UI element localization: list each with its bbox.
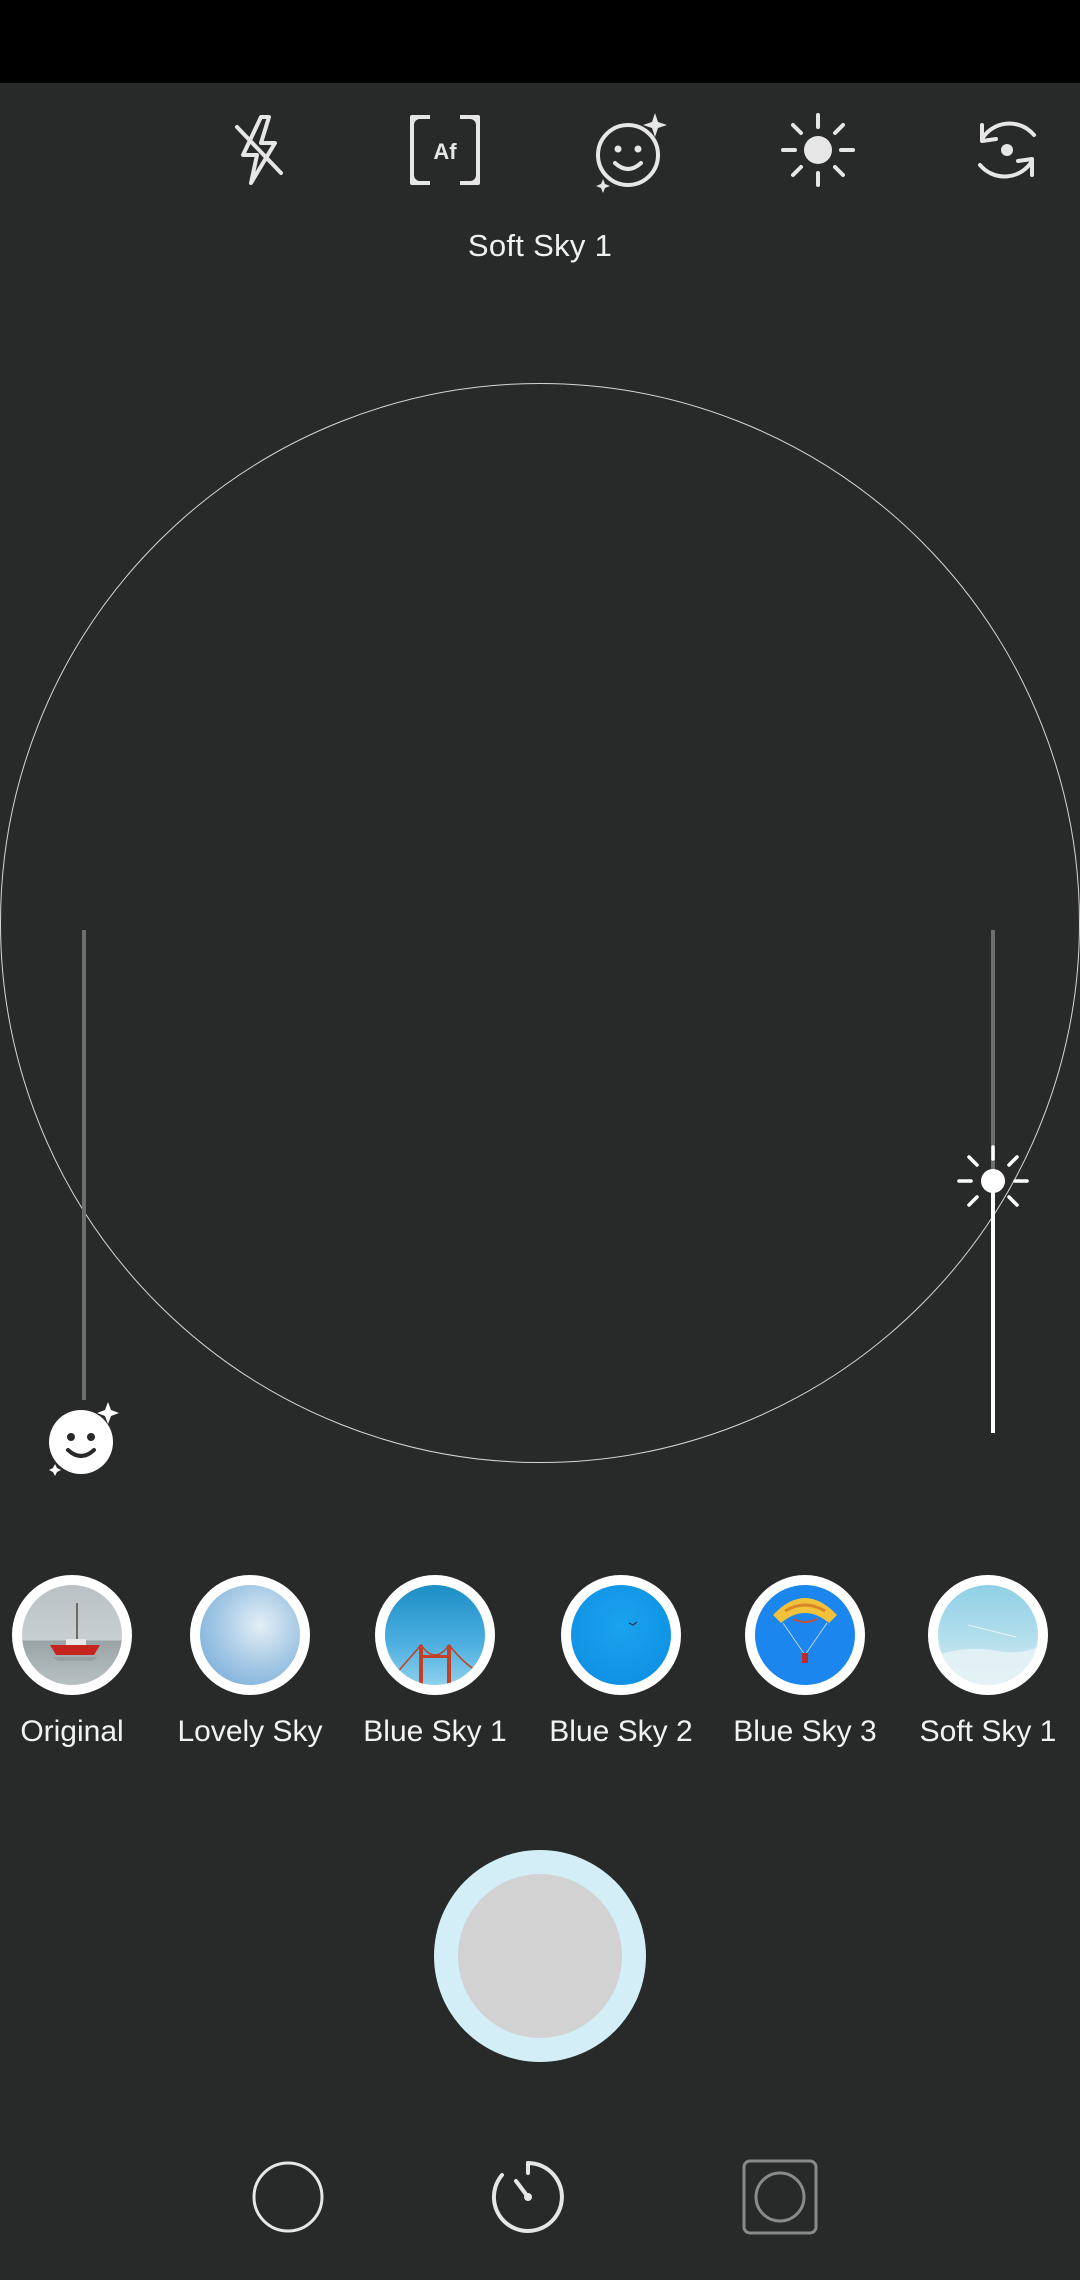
filter-thumbnail bbox=[375, 1575, 495, 1695]
top-toolbar: Af bbox=[0, 105, 1080, 210]
bird-image bbox=[628, 1621, 638, 1626]
beauty-slider-thumb[interactable] bbox=[45, 1400, 123, 1478]
photo-mode-icon[interactable] bbox=[248, 2157, 328, 2237]
flash-off-icon[interactable] bbox=[213, 105, 303, 195]
current-filter-label: Soft Sky 1 bbox=[467, 228, 613, 263]
filter-soft-sky-1[interactable]: Soft Sky 1 bbox=[898, 1575, 1078, 1765]
autofocus-icon[interactable]: Af bbox=[400, 105, 490, 195]
filter-label: Soft Sky 1 bbox=[919, 1715, 1057, 1748]
beauty-face-icon bbox=[49, 1402, 119, 1476]
filter-thumbnail bbox=[190, 1575, 310, 1695]
filter-carousel: Original Lovely Sky Blue Sky 1 Blue Sky … bbox=[0, 1575, 1080, 1765]
exposure-slider-thumb[interactable] bbox=[955, 1143, 1031, 1219]
boat-image bbox=[50, 1603, 100, 1661]
bridge-image bbox=[394, 1643, 481, 1685]
filter-thumbnail bbox=[561, 1575, 681, 1695]
filter-blue-sky-2[interactable]: Blue Sky 2 bbox=[531, 1575, 711, 1765]
parasail-image bbox=[773, 1598, 837, 1663]
timer-icon[interactable] bbox=[488, 2157, 568, 2237]
beauty-face-icon[interactable] bbox=[585, 105, 675, 195]
filter-label: Blue Sky 1 bbox=[363, 1715, 507, 1748]
shutter-button[interactable] bbox=[434, 1850, 646, 2062]
af-label: Af bbox=[433, 139, 457, 164]
filter-blue-sky-3[interactable]: Blue Sky 3 bbox=[715, 1575, 895, 1765]
shutter-button-core bbox=[458, 1874, 622, 2038]
filter-original[interactable]: Original bbox=[0, 1575, 162, 1765]
viewfinder-circle[interactable] bbox=[0, 383, 1080, 1463]
filter-thumbnail bbox=[12, 1575, 132, 1695]
filter-lovely-sky[interactable]: Lovely Sky bbox=[160, 1575, 340, 1765]
exposure-slider-fill bbox=[991, 1185, 995, 1433]
filter-label: Blue Sky 3 bbox=[733, 1715, 877, 1748]
filter-label: Blue Sky 2 bbox=[549, 1715, 693, 1748]
status-bar bbox=[0, 0, 1080, 83]
beauty-slider-track[interactable] bbox=[82, 930, 86, 1400]
misty-sky-image bbox=[938, 1624, 1038, 1685]
filter-thumbnail bbox=[928, 1575, 1048, 1695]
square-mode-icon[interactable] bbox=[740, 2157, 820, 2237]
filter-blue-sky-1[interactable]: Blue Sky 1 bbox=[345, 1575, 525, 1765]
filter-label: Lovely Sky bbox=[177, 1715, 323, 1748]
switch-camera-icon[interactable] bbox=[962, 105, 1052, 195]
filter-label: Original bbox=[20, 1715, 124, 1748]
brightness-icon[interactable] bbox=[773, 105, 863, 195]
brightness-icon bbox=[957, 1145, 1029, 1217]
filter-thumbnail bbox=[745, 1575, 865, 1695]
